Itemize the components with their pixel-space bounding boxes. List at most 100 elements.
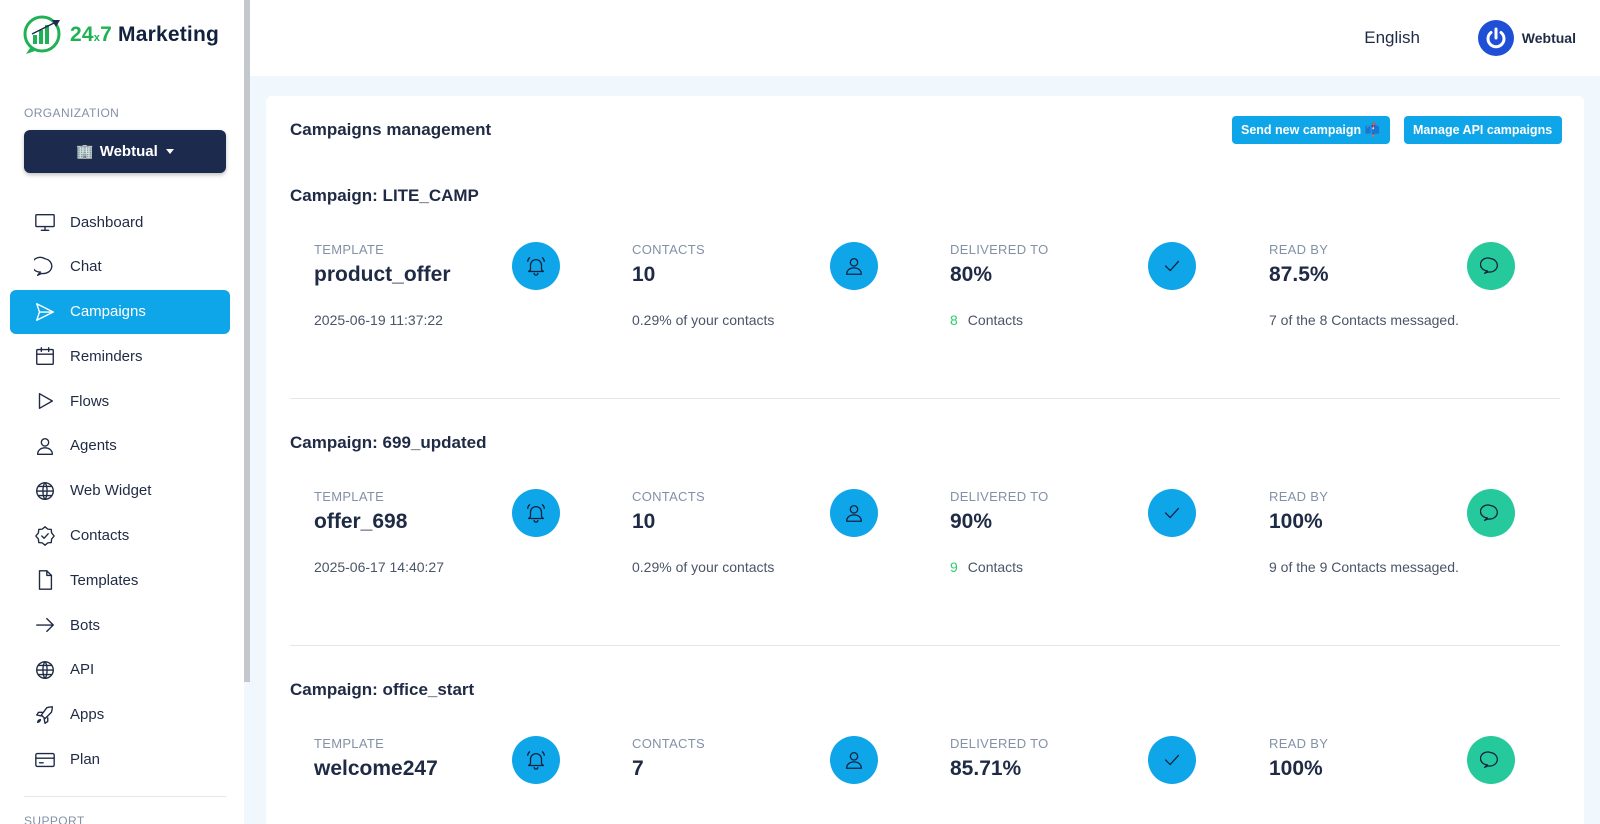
sidebar-item-label: Templates (70, 571, 139, 589)
sidebar-item-label: Campaigns (70, 303, 146, 321)
power-icon (1477, 20, 1514, 56)
file-icon (34, 569, 56, 591)
brand-name: 24x7 Marketing (70, 23, 220, 46)
delivered-contacts: 9 Contacts (950, 559, 1024, 575)
check-icon (1148, 736, 1196, 784)
contacts-percent: 0.29% of your contacts (632, 559, 775, 575)
sidebar-item-api[interactable]: API (10, 648, 230, 692)
sidebar-divider (24, 796, 226, 797)
sidebar-scrollbar[interactable] (244, 0, 250, 682)
bell-icon (512, 242, 560, 290)
campaigns-card: Campaigns management Send new campaign 📫… (266, 96, 1584, 824)
read-summary: 7 of the 8 Contacts messaged. (1269, 312, 1459, 328)
organization-dropdown[interactable]: 🏢 Webtual (24, 130, 226, 173)
calendar-icon (34, 345, 56, 367)
delivered-count: 9 (950, 559, 958, 575)
check-icon (1148, 489, 1196, 537)
delivered-contacts: 8 Contacts (950, 312, 1024, 328)
sidebar-item-chat[interactable]: Chat (10, 245, 230, 289)
rocket-icon (34, 704, 56, 726)
sidebar-item-label: Bots (70, 616, 101, 634)
user-name: Webtual (1521, 30, 1576, 46)
contacts-stat: CONTACTS 10 0.29% of your contacts (632, 489, 882, 575)
sidebar-item-templates[interactable]: Templates (10, 558, 230, 602)
campaign-date: 2025-06-19 11:37:22 (314, 312, 443, 328)
sidebar-item-reminders[interactable]: Reminders (10, 334, 230, 378)
delivered-count: 8 (950, 312, 958, 328)
template-stat: TEMPLATE product_offer 2025-06-19 11:37:… (314, 242, 564, 328)
read-stat: READ BY 100% (1269, 736, 1519, 784)
campaign-divider (290, 645, 1560, 646)
delivered-stat: DELIVERED TO 85.71% (950, 736, 1200, 784)
page-title: Campaigns management (290, 120, 492, 139)
read-stat: READ BY 100% 9 of the 9 Contacts message… (1269, 489, 1519, 575)
contacts-stat: CONTACTS 10 0.29% of your contacts (632, 242, 882, 328)
monitor-icon (34, 211, 56, 233)
send-new-campaign-button[interactable]: Send new campaign 📫 (1232, 116, 1390, 144)
support-label: SUPPORT (24, 814, 85, 824)
sidebar-item-web-widget[interactable]: Web Widget (10, 469, 230, 513)
check-icon (1148, 242, 1196, 290)
sidebar-item-label: Chat (70, 258, 102, 276)
sidebar-item-label: Web Widget (70, 482, 152, 500)
globe-icon (34, 659, 56, 681)
bell-icon (512, 736, 560, 784)
sidebar-item-label: Flows (70, 392, 110, 410)
sidebar-item-agents[interactable]: Agents (10, 424, 230, 468)
sidebar-nav: Dashboard Chat Campaigns Reminders Flows… (10, 200, 230, 782)
sidebar-item-campaigns[interactable]: Campaigns (10, 289, 230, 334)
template-stat: TEMPLATE welcome247 (314, 736, 564, 784)
sidebar-item-label: Apps (70, 706, 105, 724)
sidebar-item-label: Dashboard (70, 213, 144, 231)
sidebar-item-label: Agents (70, 437, 117, 455)
bell-icon (512, 489, 560, 537)
message-icon (1467, 489, 1515, 537)
user-menu[interactable]: Webtual (1477, 20, 1576, 56)
sidebar-item-apps[interactable]: Apps (10, 693, 230, 737)
sidebar-item-label: Plan (70, 751, 101, 769)
arrow-right-icon (34, 614, 56, 636)
campaign-divider (290, 398, 1560, 399)
caret-down-icon (165, 149, 174, 154)
campaign-title: Campaign: 699_updated (290, 433, 487, 452)
globe-icon (34, 480, 56, 502)
sidebar-item-contacts[interactable]: Contacts (10, 514, 230, 558)
message-icon (1467, 736, 1515, 784)
logo-icon (23, 15, 61, 54)
campaign-title: Campaign: office_start (290, 680, 475, 699)
delivered-stat: DELIVERED TO 80% 8 Contacts (950, 242, 1200, 328)
sidebar-item-dashboard[interactable]: Dashboard (10, 200, 230, 244)
read-summary: 9 of the 9 Contacts messaged. (1269, 559, 1459, 575)
contacts-stat: CONTACTS 7 (632, 736, 882, 784)
brand-logo[interactable]: 24x7 Marketing (22, 14, 219, 56)
organization-label: ORGANIZATION (24, 106, 120, 120)
sidebar-item-plan[interactable]: Plan (10, 738, 230, 782)
language-selector[interactable]: English (1364, 28, 1420, 48)
credit-card-icon (34, 749, 56, 771)
sidebar: 24x7 Marketing ORGANIZATION 🏢 Webtual Da… (0, 0, 244, 824)
building-icon: 🏢 (76, 143, 94, 159)
user-icon (34, 435, 56, 457)
template-stat: TEMPLATE offer_698 2025-06-17 14:40:27 (314, 489, 564, 575)
chat-bubble-icon (34, 256, 56, 278)
delivered-stat: DELIVERED TO 90% 9 Contacts (950, 489, 1200, 575)
message-icon (1467, 242, 1515, 290)
user-icon (830, 736, 878, 784)
sidebar-item-flows[interactable]: Flows (10, 379, 230, 423)
sidebar-item-label: Contacts (70, 527, 130, 545)
campaign-title: Campaign: LITE_CAMP (290, 186, 479, 205)
user-icon (830, 489, 878, 537)
sidebar-item-label: Reminders (70, 347, 143, 365)
read-stat: READ BY 87.5% 7 of the 8 Contacts messag… (1269, 242, 1519, 328)
badge-check-icon (34, 525, 56, 547)
campaign-date: 2025-06-17 14:40:27 (314, 559, 444, 575)
sidebar-item-bots[interactable]: Bots (10, 603, 230, 647)
play-icon (34, 390, 56, 412)
organization-name: Webtual (99, 143, 158, 160)
top-bar: English Webtual (250, 0, 1600, 76)
manage-api-campaigns-button[interactable]: Manage API campaigns (1404, 116, 1562, 144)
user-icon (830, 242, 878, 290)
send-icon (34, 301, 56, 323)
sidebar-item-label: API (70, 661, 95, 679)
contacts-percent: 0.29% of your contacts (632, 312, 775, 328)
